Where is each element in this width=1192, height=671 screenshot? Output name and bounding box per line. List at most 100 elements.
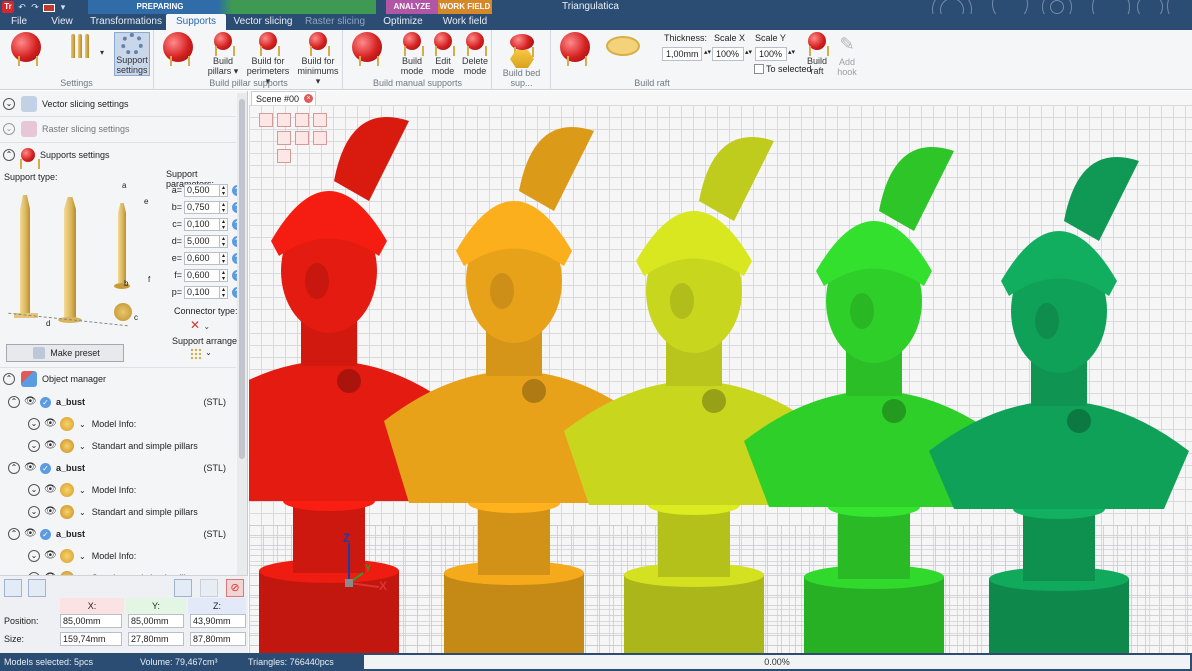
check-icon[interactable]: ✓ xyxy=(40,528,51,540)
thickness-input[interactable]: 1,00mm xyxy=(662,47,702,61)
customize-dropdown-icon[interactable]: ▾ xyxy=(58,2,68,12)
eye-icon[interactable]: 👁 xyxy=(24,463,37,473)
eye-icon[interactable]: 👁 xyxy=(44,485,57,495)
expand-chevron-icon[interactable]: ⌄ xyxy=(28,440,40,452)
support-type-diagram[interactable]: a e b f c d xyxy=(8,181,158,337)
dropdown-chevron-icon[interactable]: ⌄ xyxy=(79,552,86,561)
object-row[interactable]: ⌃ 👁 ✓ a_bust (STL) xyxy=(0,523,236,545)
object-child-row[interactable]: ⌄ 👁 ⌄ Model Info: xyxy=(0,413,236,435)
size-y-input[interactable]: 27,80mm xyxy=(128,632,184,646)
object-row[interactable]: ⌃ 👁 ✓ a_bust (STL) xyxy=(0,391,236,413)
link-icon[interactable] xyxy=(174,579,192,597)
tab-transformations[interactable]: Transformations xyxy=(90,14,162,30)
section-raster-slicing[interactable]: ⌄ Raster slicing settings xyxy=(0,117,236,141)
pillar-type-2-icon[interactable] xyxy=(64,197,76,319)
check-icon[interactable]: ✓ xyxy=(40,462,51,474)
object-row[interactable]: ⌃ 👁 ✓ a_bust (STL) xyxy=(0,457,236,479)
object-child-row[interactable]: ⌄ 👁 ⌄ Model Info: xyxy=(0,479,236,501)
param-spinner[interactable]: ▴ ▾ xyxy=(220,268,228,282)
eye-icon[interactable]: 👁 xyxy=(24,529,37,539)
expand-chevron-icon[interactable]: ⌄ xyxy=(28,418,40,430)
build-bed-supports-button[interactable] xyxy=(507,34,537,69)
collapse-chevron-icon[interactable]: ⌃ xyxy=(3,373,15,385)
select-region-icon[interactable] xyxy=(28,579,46,597)
eye-icon[interactable]: 👁 xyxy=(44,507,57,517)
redo-icon[interactable]: ↷ xyxy=(30,2,40,12)
support-type-chevron-icon[interactable]: ▾ xyxy=(100,48,104,58)
connector-type-dropdown[interactable]: ✕ ⌄ xyxy=(190,318,210,332)
collapse-chevron-icon[interactable]: ⌃ xyxy=(8,396,20,408)
edit-mode-button[interactable]: Edit mode xyxy=(430,32,456,76)
scale-x-spinner[interactable]: ▴▾ xyxy=(745,48,752,56)
expand-chevron-icon[interactable]: ⌄ xyxy=(28,506,40,518)
scale-x-input[interactable]: 100% xyxy=(712,47,744,61)
expand-chevron-icon[interactable]: ⌄ xyxy=(28,550,40,562)
expand-chevron-icon[interactable]: ⌄ xyxy=(3,123,15,135)
size-z-input[interactable]: 87,80mm xyxy=(190,632,246,646)
support-settings-button[interactable]: Support settings xyxy=(114,32,150,76)
param-input[interactable]: 0,600 xyxy=(184,251,220,265)
bust-model[interactable] xyxy=(929,157,1189,653)
dropdown-chevron-icon[interactable]: ⌄ xyxy=(79,442,86,451)
position-x-input[interactable]: 85,00mm xyxy=(60,614,122,628)
dropdown-chevron-icon[interactable]: ⌄ xyxy=(79,420,86,429)
param-input[interactable]: 0,750 xyxy=(184,200,220,214)
make-preset-button[interactable]: Make preset xyxy=(6,344,124,362)
to-selected-checkbox[interactable] xyxy=(754,64,764,74)
tab-view[interactable]: View xyxy=(44,14,80,30)
section-object-manager[interactable]: ⌃ Object manager xyxy=(0,367,236,391)
support-arrange-dropdown[interactable]: ⌄ xyxy=(190,348,216,360)
raft-shape-preview[interactable] xyxy=(606,32,646,56)
delete-icon[interactable]: ⊘ xyxy=(226,579,244,597)
build-pillars-button[interactable]: Build pillars ▾ xyxy=(205,32,241,76)
param-input[interactable]: 5,000 xyxy=(184,234,220,248)
expand-chevron-icon[interactable]: ⌄ xyxy=(3,98,15,110)
eye-icon[interactable]: 👁 xyxy=(44,551,57,561)
object-child-row[interactable]: ⌄ 👁 ⌄ Standart and simple pillars xyxy=(0,435,236,457)
eye-icon[interactable]: 👁 xyxy=(44,419,57,429)
object-child-row[interactable]: ⌄ 👁 ⌄ Model Info: xyxy=(0,545,236,567)
param-input[interactable]: 0,100 xyxy=(184,285,220,299)
expand-chevron-icon[interactable]: ⌄ xyxy=(28,484,40,496)
tab-vector-slicing[interactable]: Vector slicing xyxy=(232,14,294,30)
build-mode-button[interactable]: Build mode xyxy=(398,32,426,76)
collapse-chevron-icon[interactable]: ⌃ xyxy=(3,149,15,161)
undo-icon[interactable]: ↶ xyxy=(17,2,27,12)
thickness-spinner[interactable]: ▴▾ xyxy=(704,48,711,56)
delete-mode-button[interactable]: Delete mode xyxy=(460,32,490,76)
tab-raster-slicing[interactable]: Raster slicing xyxy=(302,14,368,30)
dropdown-chevron-icon[interactable]: ⌄ xyxy=(79,486,86,495)
eye-icon[interactable]: 👁 xyxy=(24,397,37,407)
param-input[interactable]: 0,100 xyxy=(184,217,220,231)
param-spinner[interactable]: ▴ ▾ xyxy=(220,234,228,248)
param-input[interactable]: 0,600 xyxy=(184,268,220,282)
tab-work-field[interactable]: Work field xyxy=(436,14,494,30)
tab-supports[interactable]: Supports xyxy=(166,14,226,30)
section-supports-settings[interactable]: ⌃ Supports settings xyxy=(0,143,236,170)
eye-icon[interactable]: 👁 xyxy=(44,441,57,451)
app-logo[interactable]: Tr xyxy=(2,1,14,13)
position-z-input[interactable]: 43,90mm xyxy=(190,614,246,628)
dropdown-chevron-icon[interactable]: ⌄ xyxy=(79,508,86,517)
left-panel-scrollbar[interactable] xyxy=(237,93,247,579)
tab-file[interactable]: File xyxy=(4,14,34,30)
3d-viewport[interactable]: Scene #00 × Z X Y xyxy=(249,91,1192,653)
support-type-dropdown[interactable] xyxy=(60,34,100,58)
size-x-input[interactable]: 159,74mm xyxy=(60,632,122,646)
pillar-type-3-icon[interactable] xyxy=(118,203,126,283)
section-vector-slicing[interactable]: ⌄ Vector slicing settings xyxy=(0,92,236,116)
pillar-type-1-icon[interactable] xyxy=(20,195,30,313)
param-input[interactable]: 0,500 xyxy=(184,183,220,197)
position-y-input[interactable]: 85,00mm xyxy=(128,614,184,628)
check-icon[interactable]: ✓ xyxy=(40,396,51,408)
scale-y-input[interactable]: 100% xyxy=(755,47,787,61)
tab-optimize[interactable]: Optimize xyxy=(378,14,428,30)
select-all-icon[interactable] xyxy=(4,579,22,597)
bust-model[interactable] xyxy=(744,147,1004,653)
unlink-icon[interactable] xyxy=(200,579,218,597)
param-spinner[interactable]: ▴ ▾ xyxy=(220,183,228,197)
scale-y-spinner[interactable]: ▴▾ xyxy=(788,48,795,56)
add-hook-button[interactable]: ✎ Add hook xyxy=(834,32,860,77)
object-child-row[interactable]: ⌄ 👁 ⌄ Standart and simple pillars xyxy=(0,501,236,523)
build-raft-button[interactable]: Build raft xyxy=(804,32,830,76)
